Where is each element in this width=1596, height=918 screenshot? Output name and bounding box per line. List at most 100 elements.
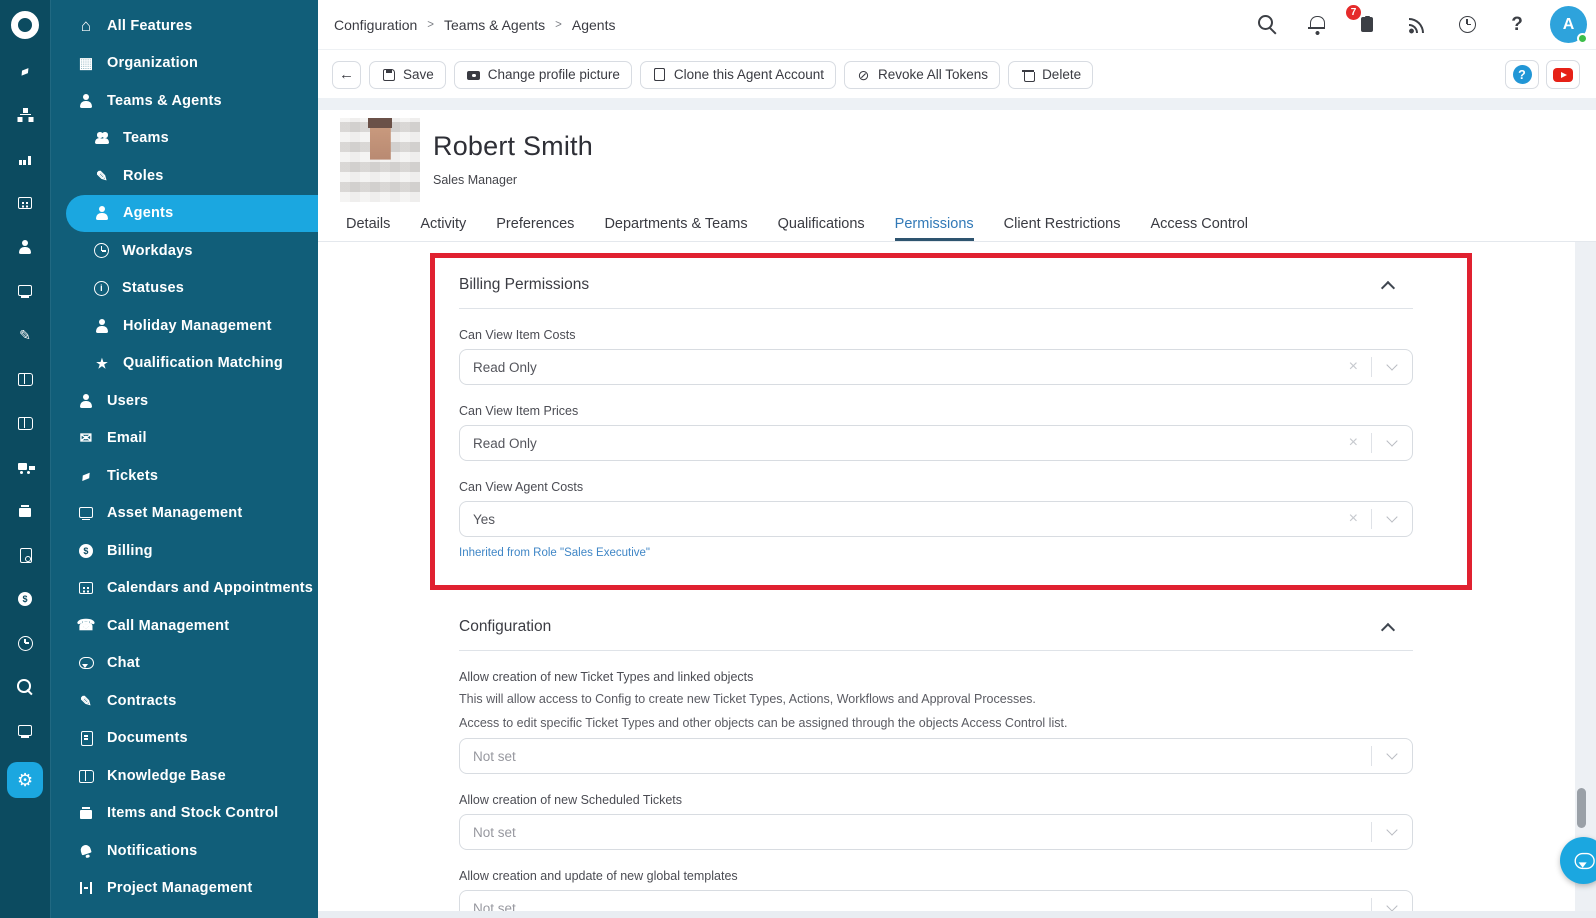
strip-tickets[interactable] <box>12 58 38 84</box>
collapse-billing-section-icon[interactable] <box>1380 280 1396 296</box>
permissions-panel: Billing Permissions Can View Item Costs … <box>318 242 1596 918</box>
scrollbar-thumb[interactable] <box>1577 788 1586 828</box>
sidebar-item-knowledge-base[interactable]: Knowledge Base <box>51 757 318 795</box>
dropdown-chevron-icon[interactable] <box>1372 502 1412 536</box>
sidebar-item-call-management[interactable]: Call Management <box>51 607 318 645</box>
sidebar-item-notifications[interactable]: Notifications <box>51 832 318 870</box>
strip-knowledge[interactable] <box>12 366 38 392</box>
person-icon <box>94 205 110 221</box>
halo-logo[interactable] <box>11 10 39 40</box>
sidebar-item-email[interactable]: Email <box>51 420 318 458</box>
sidebar-item-teams[interactable]: Teams <box>51 120 318 158</box>
clear-value-icon[interactable] <box>1336 358 1371 376</box>
chart-icon <box>17 151 33 167</box>
strip-users[interactable] <box>12 234 38 260</box>
strip-audit[interactable] <box>12 542 38 568</box>
tab-details[interactable]: Details <box>346 216 390 241</box>
tab-departments-and-teams[interactable]: Departments & Teams <box>604 216 747 241</box>
breadcrumb-teams-and-agents[interactable]: Teams & Agents <box>444 17 545 33</box>
strip-calendar[interactable] <box>12 190 38 216</box>
clear-value-icon[interactable] <box>1336 434 1371 452</box>
tab-client-restrictions[interactable]: Client Restrictions <box>1004 216 1121 241</box>
dropdown-select[interactable]: Not set <box>459 738 1413 774</box>
strip-suppliers[interactable] <box>12 454 38 480</box>
change-profile-picture-button[interactable]: Change profile picture <box>453 60 632 89</box>
revoke-all-tokens-button[interactable]: Revoke All Tokens <box>843 60 1001 89</box>
strip-billing[interactable] <box>12 586 38 612</box>
strip-documents[interactable] <box>12 410 38 436</box>
sidebar-item-statuses[interactable]: Statuses <box>51 270 318 308</box>
user-avatar[interactable]: A <box>1550 6 1588 44</box>
help-button[interactable] <box>1505 60 1539 89</box>
tab-access-control[interactable]: Access Control <box>1150 216 1248 241</box>
dropdown-select[interactable]: Yes <box>459 501 1413 537</box>
tab-activity[interactable]: Activity <box>420 216 466 241</box>
clear-value-icon[interactable] <box>1336 510 1371 528</box>
sidebar-item-holiday-management[interactable]: Holiday Management <box>51 307 318 345</box>
editdoc-icon <box>94 168 110 184</box>
strip-organization[interactable] <box>12 102 38 128</box>
selected-value: Not set <box>473 824 516 840</box>
sidebar-item-workdays[interactable]: Workdays <box>51 232 318 270</box>
youtube-button[interactable] <box>1546 60 1580 89</box>
strip-reports[interactable] <box>12 146 38 172</box>
strip-time[interactable] <box>12 630 38 656</box>
sidebar-item-tickets[interactable]: Tickets <box>51 457 318 495</box>
sidebar-item-contracts[interactable]: Contracts <box>51 682 318 720</box>
search-icon <box>1257 15 1277 34</box>
notifications-button[interactable] <box>1306 14 1328 36</box>
field-label: Can View Item Costs <box>459 328 576 342</box>
sidebar-item-roles[interactable]: Roles <box>51 157 318 195</box>
strip-remote[interactable] <box>12 718 38 744</box>
inherited-from-role-link[interactable]: Inherited from Role "Sales Executive" <box>459 547 650 559</box>
sidebar-item-qualification-matching[interactable]: Qualification Matching <box>51 345 318 383</box>
breadcrumb-configuration[interactable]: Configuration <box>334 17 417 33</box>
tasks-button[interactable]: 7 <box>1346 4 1378 36</box>
clone-agent-account-button[interactable]: Clone this Agent Account <box>639 60 836 89</box>
strip-configuration[interactable] <box>7 762 43 798</box>
dropdown-chevron-icon[interactable] <box>1372 739 1412 773</box>
camera-icon <box>466 67 481 82</box>
sidebar-item-all-features[interactable]: All Features <box>51 7 318 45</box>
dropdown-chevron-icon[interactable] <box>1372 350 1412 384</box>
sidebar-item-items-and-stock-control[interactable]: Items and Stock Control <box>51 795 318 833</box>
global-search-button[interactable] <box>1256 14 1278 36</box>
section-divider-band <box>318 98 1596 110</box>
strip-search[interactable] <box>12 674 38 700</box>
dropdown-chevron-icon[interactable] <box>1372 815 1412 849</box>
section-divider <box>459 650 1413 651</box>
tab-qualifications[interactable]: Qualifications <box>778 216 865 241</box>
editdoc-icon <box>78 693 94 709</box>
tab-preferences[interactable]: Preferences <box>496 216 574 241</box>
recent-items-button[interactable] <box>1456 14 1478 36</box>
sidebar-item-organization[interactable]: Organization <box>51 45 318 83</box>
sidebar-item-label: Notifications <box>107 842 198 859</box>
strip-assets[interactable] <box>12 278 38 304</box>
tab-permissions[interactable]: Permissions <box>894 216 974 241</box>
strip-stock[interactable] <box>12 498 38 524</box>
dropdown-chevron-icon[interactable] <box>1372 426 1412 460</box>
sidebar-item-teams-and-agents[interactable]: Teams & Agents <box>51 82 318 120</box>
back-button[interactable] <box>332 60 361 89</box>
dropdown-select[interactable]: Read Only <box>459 349 1413 385</box>
sidebar-item-documents[interactable]: Documents <box>51 720 318 758</box>
sidebar-item-label: Contracts <box>107 692 177 709</box>
sidebar-item-chat[interactable]: Chat <box>51 645 318 683</box>
help-menu-button[interactable] <box>1506 14 1528 36</box>
feed-button[interactable] <box>1406 14 1428 36</box>
collapse-configuration-section-icon[interactable] <box>1380 622 1396 638</box>
save-button[interactable]: Save <box>369 60 446 89</box>
dropdown-select[interactable]: Not set <box>459 814 1413 850</box>
dropdown-select[interactable]: Read Only <box>459 425 1413 461</box>
billing-permissions-section: Billing Permissions Can View Item Costs … <box>459 274 1413 561</box>
breadcrumb-agents[interactable]: Agents <box>572 17 616 33</box>
sidebar-item-users[interactable]: Users <box>51 382 318 420</box>
sidebar-item-asset-management[interactable]: Asset Management <box>51 495 318 533</box>
button-label: Delete <box>1042 67 1082 82</box>
sidebar-item-calendars-and-appointments[interactable]: Calendars and Appointments <box>51 570 318 608</box>
sidebar-item-agents[interactable]: Agents <box>66 194 318 232</box>
sidebar-item-billing[interactable]: Billing <box>51 532 318 570</box>
delete-button[interactable]: Delete <box>1008 60 1094 89</box>
sidebar-item-project-management[interactable]: Project Management <box>51 870 318 908</box>
strip-contracts[interactable] <box>12 322 38 348</box>
